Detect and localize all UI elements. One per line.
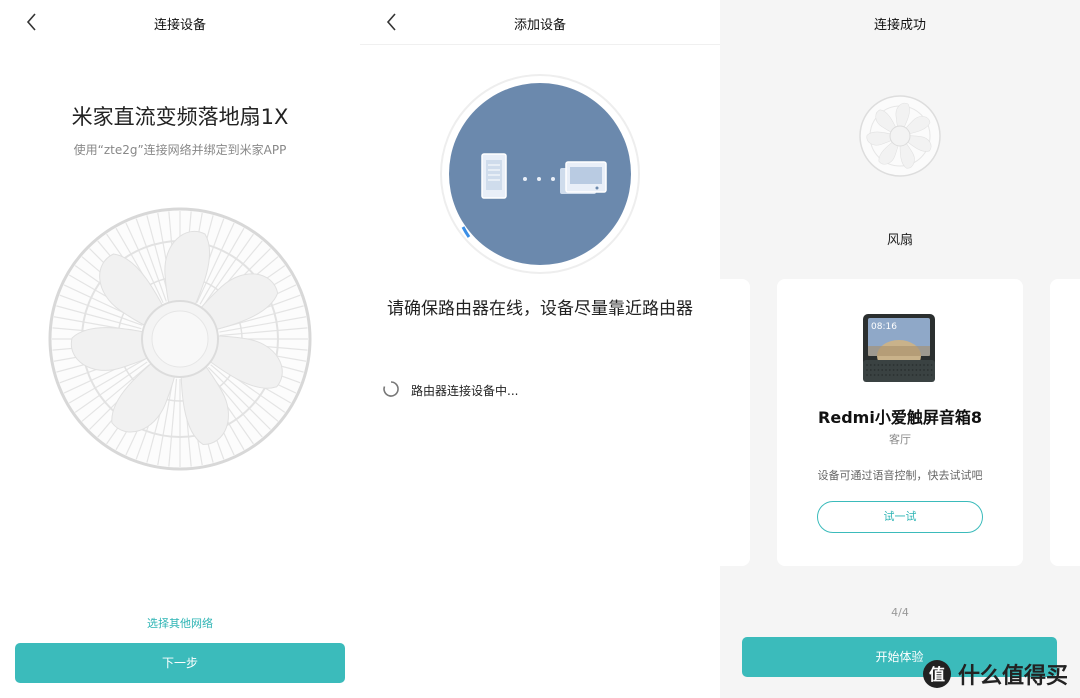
smzdm-logo-icon: 值 (922, 660, 951, 688)
page-title: 连接设备 (153, 18, 206, 33)
smart-speaker-icon: 08:16 (863, 314, 935, 382)
card-room: 客厅 (889, 433, 911, 446)
instruction-message: 请确保路由器在线，设备尽量靠近路由器 (387, 299, 693, 319)
fan-icon (48, 207, 312, 471)
page-title: 连接成功 (873, 18, 926, 33)
card-device-name: Redmi小爱触屏音箱8 (818, 408, 982, 427)
phone-icon (481, 153, 507, 199)
card-description: 设备可通过语音控制，快去试试吧 (817, 469, 983, 482)
device-icon (560, 161, 607, 194)
connecting-illustration (440, 74, 640, 274)
connection-hint: 使用“zte2g”连接网络并绑定到米家APP (73, 143, 287, 157)
header: 连接设备 (0, 0, 360, 44)
next-card[interactable] (1050, 279, 1080, 566)
fan-icon (859, 95, 941, 177)
next-step-button[interactable]: 下一步 (15, 643, 345, 683)
connect-success-screen: 连接成功 风扇 08:16 Redmi小爱触屏音箱8 客厅 设备可通过语音控制，… (720, 0, 1080, 698)
previous-card[interactable] (720, 279, 750, 566)
add-device-screen: 添加设备 请确保路由器在线，设备尽量靠近路由器 路由器连接设备中... (360, 0, 720, 698)
page-title: 添加设备 (513, 18, 566, 33)
page-indicator: 4/4 (891, 606, 909, 619)
try-it-button[interactable]: 试一试 (817, 501, 983, 533)
header: 添加设备 (360, 0, 720, 45)
device-type-label: 风扇 (886, 233, 913, 248)
choose-other-network-link[interactable]: 选择其他网络 (0, 615, 360, 631)
device-name: 米家直流变频落地扇1X (71, 105, 289, 129)
device-card: 08:16 Redmi小爱触屏音箱8 客厅 设备可通过语音控制，快去试试吧 试一… (777, 279, 1023, 566)
watermark: 值 什么值得买 (922, 658, 1068, 690)
connect-device-screen: 连接设备 米家直流变频落地扇1X 使用“zte2g”连接网络并绑定到米家APP … (0, 0, 360, 698)
header: 连接成功 (720, 0, 1080, 44)
speaker-screen-time: 08:16 (871, 322, 897, 332)
status-text: 路由器连接设备中... (411, 384, 519, 398)
watermark-text: 什么值得买 (957, 664, 1068, 689)
loading-spinner-icon (383, 381, 399, 397)
svg-text:值: 值 (929, 665, 945, 684)
